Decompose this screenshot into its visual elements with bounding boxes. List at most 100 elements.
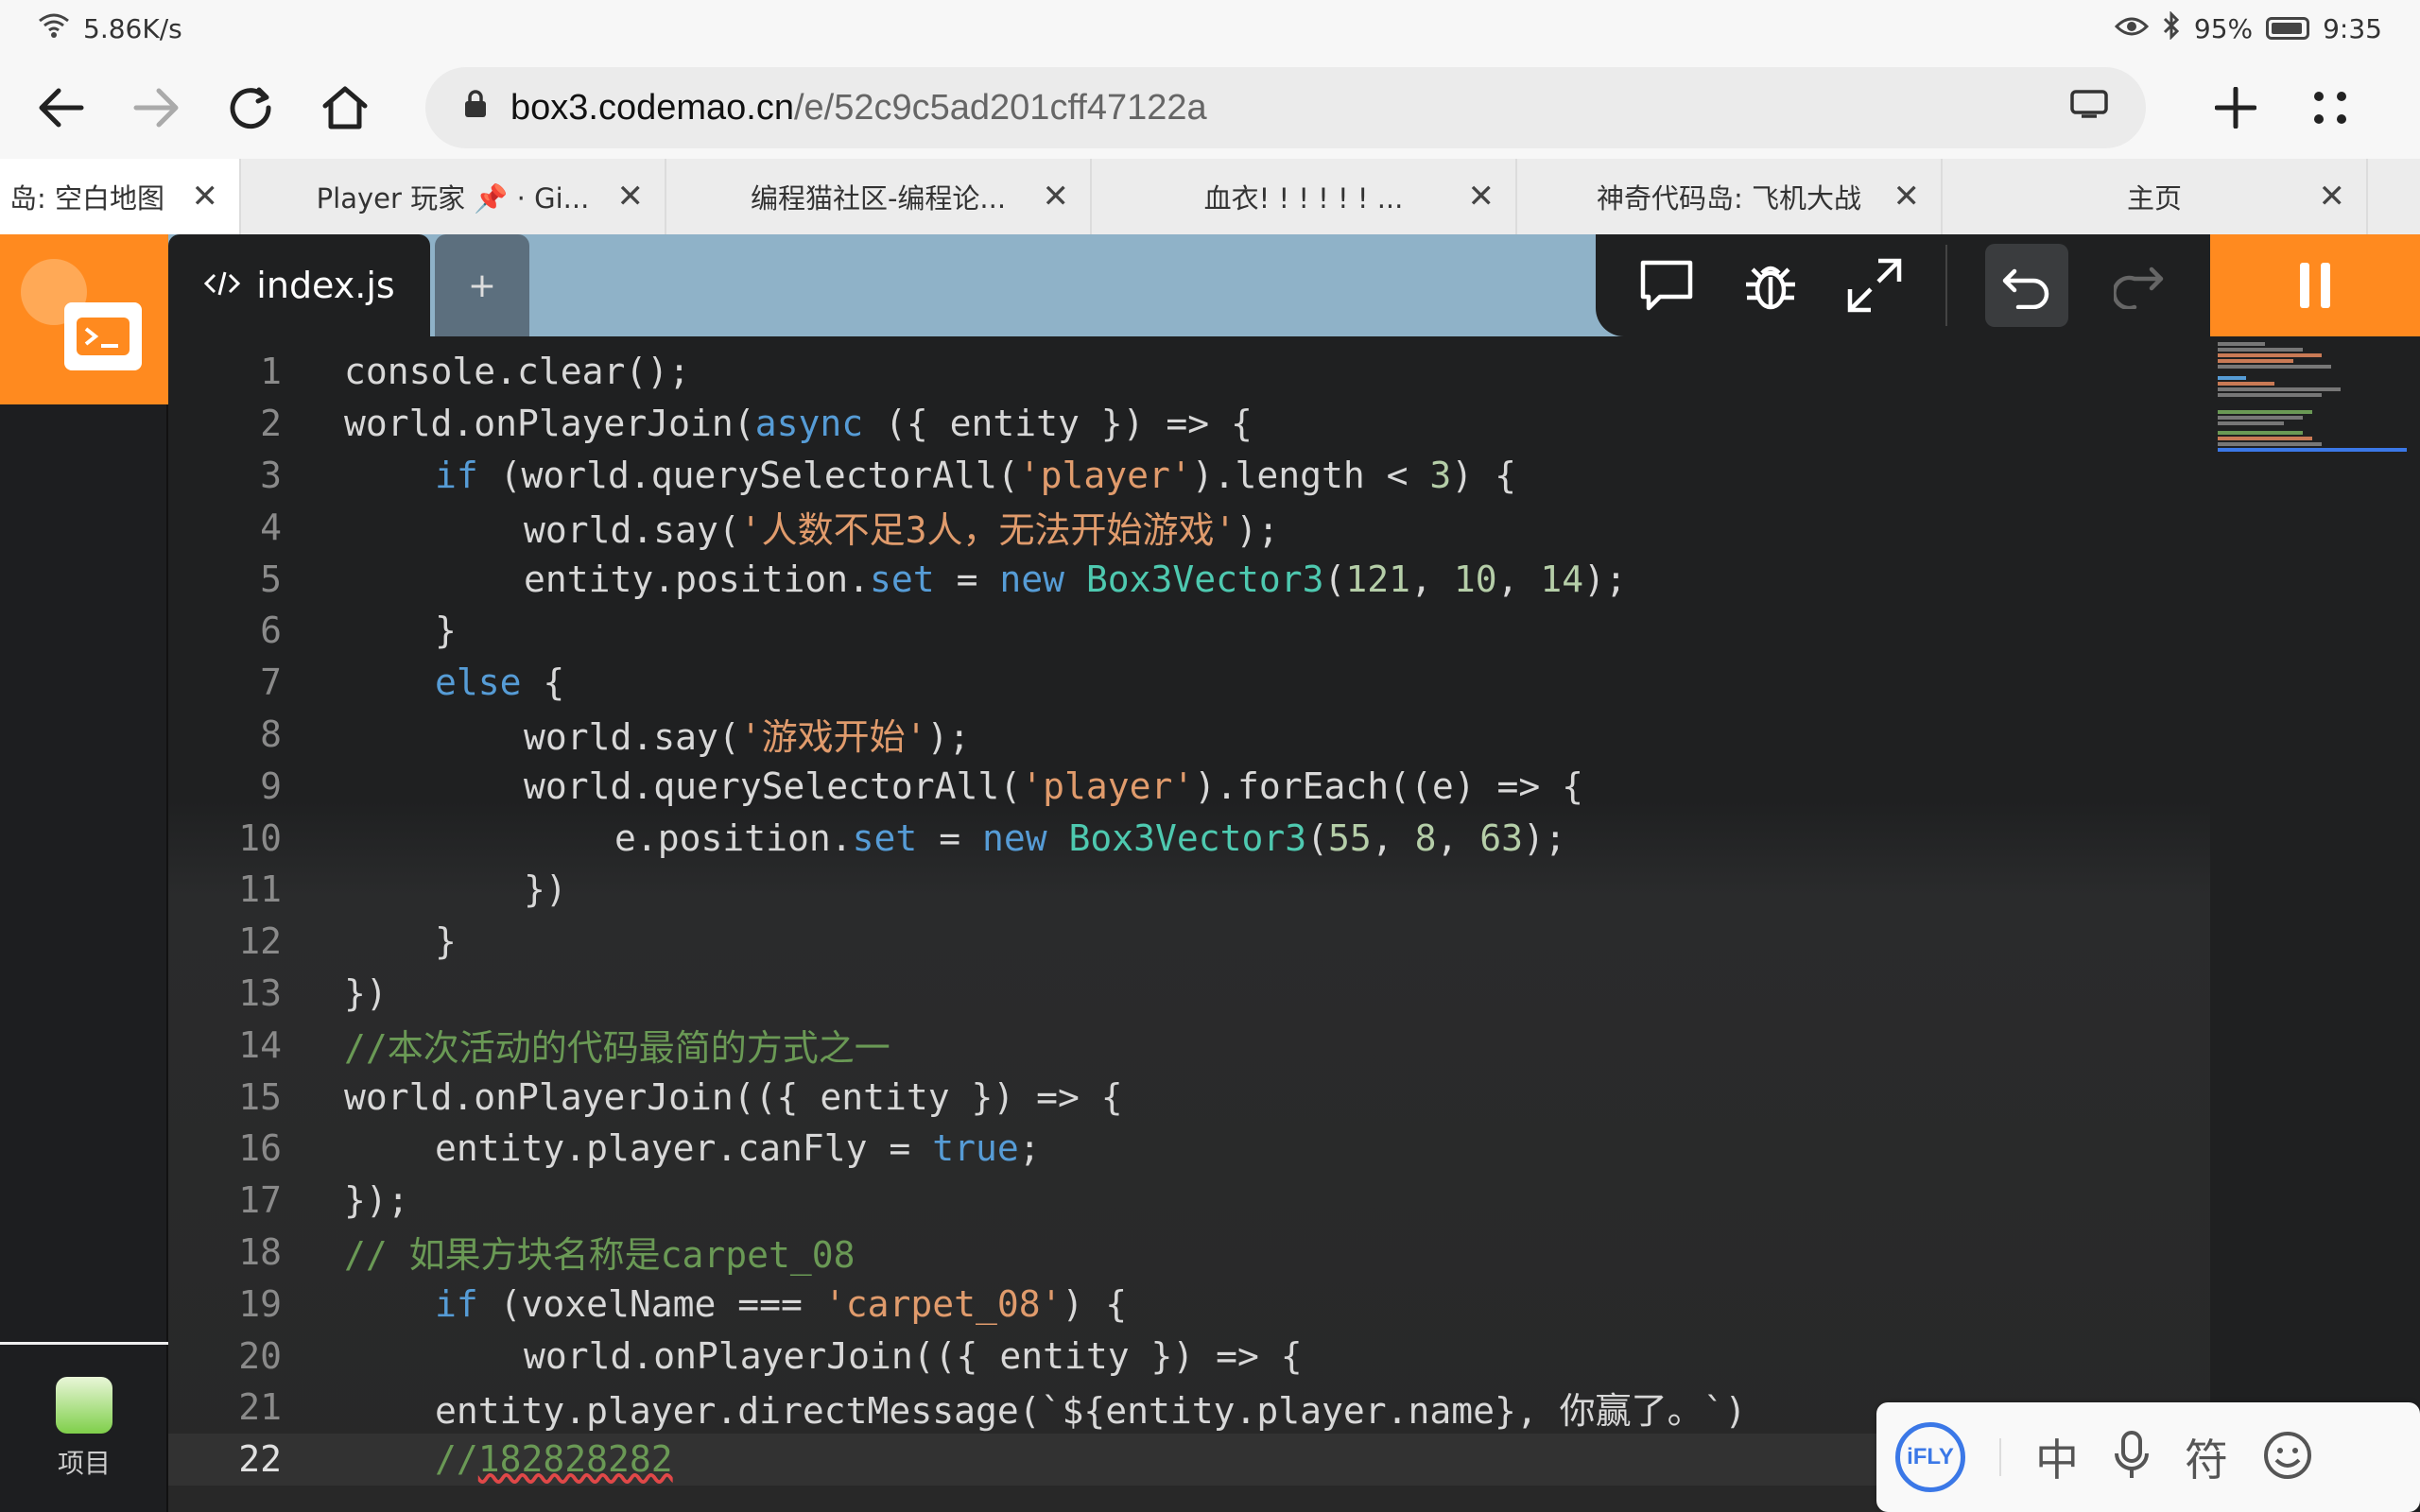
- code-line: 20 world.onPlayerJoin(({ entity }) => {: [168, 1330, 2210, 1382]
- minimap-line: [2218, 342, 2265, 346]
- code-line: 7 else {: [168, 657, 2210, 709]
- close-icon[interactable]: ✕: [617, 180, 645, 214]
- clock: 9:35: [2323, 12, 2382, 44]
- minimap-line: [2218, 353, 2322, 357]
- undo-icon[interactable]: [1985, 244, 2068, 327]
- address-bar[interactable]: box3.codemao.cn /e/52c9c5ad201cff47122a: [425, 67, 2146, 148]
- line-number: 3: [260, 454, 282, 496]
- tab-item[interactable]: 编程猫社区-编程论... ✕: [666, 159, 1092, 234]
- line-number: 14: [238, 1023, 282, 1066]
- code-line: 12}: [168, 916, 2210, 968]
- code-line: 14//本次活动的代码最简的方式之一: [168, 1019, 2210, 1071]
- battery-percent: 95%: [2193, 12, 2254, 44]
- code-line: 5 entity.position.set = new Box3Vector3(1…: [168, 553, 2210, 605]
- line-number: 5: [260, 558, 282, 600]
- home-icon[interactable]: [312, 75, 378, 141]
- new-tab-icon[interactable]: [2203, 75, 2269, 141]
- microphone-icon[interactable]: [2113, 1429, 2151, 1486]
- code-island-app: 项目 index.js + 1 console.clear(); 2 world…: [0, 234, 2420, 1512]
- minimap-line: [2218, 387, 2341, 391]
- code-line: 2 world.onPlayerJoin(async ({ entity }) =…: [168, 398, 2210, 450]
- project-thumbnail: [56, 1376, 112, 1434]
- code-icon: [203, 265, 241, 306]
- left-sidebar: 项目: [0, 234, 168, 1512]
- close-icon[interactable]: ✕: [192, 180, 219, 214]
- close-icon[interactable]: ✕: [1893, 180, 1921, 214]
- tab-item[interactable]: 岛: 空白地图 ✕: [0, 159, 241, 234]
- lock-icon: [463, 88, 488, 129]
- minimap-line: [2218, 348, 2303, 352]
- code-line: 1 console.clear();: [168, 346, 2210, 398]
- bluetooth-icon: [2162, 9, 2181, 46]
- ime-divider: [1999, 1438, 2001, 1476]
- close-icon[interactable]: ✕: [1468, 180, 1495, 214]
- ime-mode-button[interactable]: 中: [2035, 1426, 2079, 1488]
- battery-icon: [2266, 17, 2310, 40]
- code-line: 15 world.onPlayerJoin(({ entity }) => {: [168, 1071, 2210, 1123]
- minimap-line: [2218, 416, 2303, 420]
- line-number: 7: [260, 662, 282, 704]
- tab-item[interactable]: 神奇代码岛: 飞机大战 ✕: [1517, 159, 1943, 234]
- chat-icon[interactable]: [1634, 252, 1700, 318]
- pause-icon: [2300, 263, 2330, 308]
- line-number: 11: [238, 868, 282, 911]
- reload-icon[interactable]: [217, 75, 284, 141]
- minimap-line: [2218, 410, 2312, 414]
- line-number: 19: [238, 1282, 282, 1325]
- code-editor[interactable]: index.js + 1 console.clear(); 2 world.onPl: [168, 234, 2210, 1512]
- eye-icon: [2114, 13, 2149, 44]
- line-number: 1: [260, 351, 282, 393]
- line-number: 17: [238, 1179, 282, 1222]
- file-tab-label: index.js: [256, 265, 395, 306]
- redo-icon[interactable]: [2106, 252, 2172, 318]
- code-line: 11}): [168, 864, 2210, 916]
- minimap-line: [2218, 437, 2312, 440]
- emoji-icon[interactable]: [2262, 1430, 2313, 1485]
- tab-item[interactable]: Player 玩家 📌 · Gi... ✕: [241, 159, 666, 234]
- back-icon[interactable]: [28, 75, 95, 141]
- code-line: 18// 如果方块名称是carpet_08: [168, 1227, 2210, 1279]
- line-number: 22: [238, 1438, 282, 1481]
- line-number: 18: [238, 1230, 282, 1273]
- line-number: 6: [260, 610, 282, 652]
- code-line: 16 entity.player.canFly = true;: [168, 1123, 2210, 1175]
- debug-icon[interactable]: [1737, 252, 1804, 318]
- add-file-button[interactable]: +: [435, 234, 529, 336]
- close-icon[interactable]: ✕: [2319, 180, 2346, 214]
- editor-tools: [1596, 234, 2210, 336]
- line-number: 10: [238, 816, 282, 859]
- url-domain: box3.codemao.cn: [510, 87, 794, 128]
- pause-button[interactable]: [2210, 234, 2420, 336]
- close-icon[interactable]: ✕: [1043, 180, 1070, 214]
- minimap-line: [2218, 421, 2284, 425]
- line-number: 16: [238, 1127, 282, 1170]
- file-tab-index[interactable]: index.js: [168, 234, 430, 336]
- ime-symbol-button[interactable]: 符: [2185, 1426, 2228, 1488]
- line-number: 8: [260, 713, 282, 755]
- menu-icon[interactable]: [2297, 75, 2363, 141]
- expand-icon[interactable]: [1841, 252, 1908, 318]
- minimap-line: [2218, 393, 2322, 397]
- project-button[interactable]: 项目: [0, 1342, 168, 1512]
- code-line: 8 world.say('游戏开始');: [168, 709, 2210, 761]
- script-panel-button[interactable]: [0, 234, 168, 404]
- minimap-line: [2218, 431, 2303, 435]
- wifi-icon: [38, 12, 70, 45]
- line-number: 4: [260, 506, 282, 548]
- code-line: 17});: [168, 1175, 2210, 1227]
- network-speed: 5.86K/s: [83, 12, 182, 44]
- line-number: 9: [260, 765, 282, 807]
- code-line: 19 if (voxelName === 'carpet_08') {: [168, 1278, 2210, 1330]
- line-number: 13: [238, 971, 282, 1014]
- code-line: 13}): [168, 968, 2210, 1020]
- tablet-mode-icon[interactable]: [2070, 88, 2108, 129]
- line-number: 12: [238, 920, 282, 963]
- ifly-logo[interactable]: iFLY: [1895, 1422, 1965, 1492]
- tab-item[interactable]: 血衣! ! ! ! ! ! ... ✕: [1092, 159, 1517, 234]
- forward-icon[interactable]: [123, 75, 189, 141]
- browser-tabs: 岛: 空白地图 ✕ Player 玩家 📌 · Gi... ✕ 编程猫社区-编程…: [0, 159, 2420, 234]
- code-line: 10 e.position.set = new Box3Vector3(55, 8…: [168, 812, 2210, 864]
- code-minimap[interactable]: [2210, 336, 2420, 1512]
- minimap-line: [2218, 376, 2246, 380]
- tab-item[interactable]: 主页 ✕: [1943, 159, 2368, 234]
